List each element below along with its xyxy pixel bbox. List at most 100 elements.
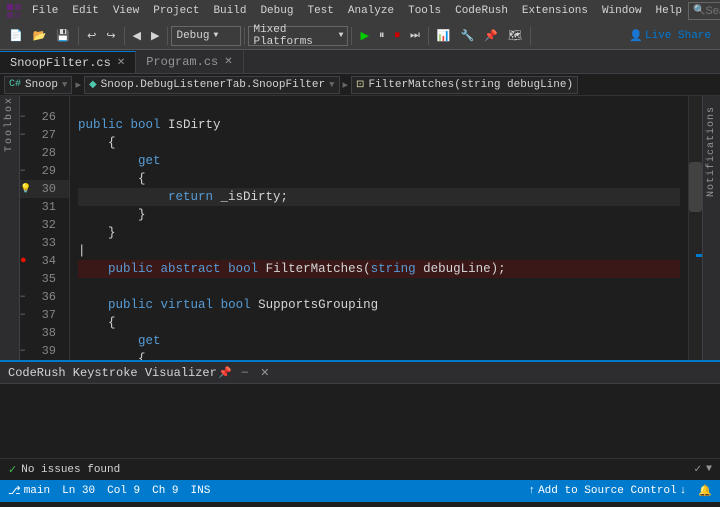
- toolbar-run[interactable]: ▶: [355, 25, 373, 47]
- code-line-30: return _isDirty;: [78, 188, 680, 206]
- bottom-panel-close[interactable]: ✕: [257, 365, 273, 381]
- live-share-area: 👤 Live Share: [624, 25, 716, 47]
- tab-program-close[interactable]: ✕: [224, 56, 232, 68]
- lightbulb-icon[interactable]: 💡: [20, 180, 32, 198]
- code-editor[interactable]: public bool IsDirty { get { return _isDi…: [70, 96, 688, 360]
- status-source-control[interactable]: ↑ Add to Source Control ↓: [528, 485, 686, 497]
- bottom-panel-actions: 📌 — ✕: [217, 365, 273, 381]
- notifications-label: Notifications: [706, 106, 717, 197]
- fold-29[interactable]: −: [20, 162, 32, 180]
- issues-bar: ✓ No issues found ✓ ▼: [0, 458, 720, 480]
- toolbar-map[interactable]: 🗺: [503, 25, 527, 47]
- ln-label: Ln 30: [62, 485, 95, 497]
- fold-26[interactable]: −: [20, 108, 32, 126]
- sep6: [428, 27, 429, 45]
- search-box[interactable]: 🔍: [688, 2, 720, 20]
- ln-blank: [20, 98, 69, 108]
- menu-coderush[interactable]: CodeRush: [449, 3, 514, 19]
- notification-sidebar: Notifications: [702, 96, 720, 360]
- code-line-blank: [78, 98, 680, 116]
- sep7: [530, 27, 531, 45]
- menu-bar: File Edit View Project Build Debug Test …: [26, 3, 688, 19]
- bc-method[interactable]: ⊡ FilterMatches(string debugLine): [351, 76, 578, 94]
- status-ins[interactable]: INS: [191, 485, 211, 497]
- code-line-37: {: [78, 314, 680, 332]
- minimap-cursor: [696, 254, 702, 257]
- code-line-38: get: [78, 332, 680, 350]
- menu-file[interactable]: File: [26, 3, 64, 19]
- status-right: ↑ Add to Source Control ↓ 🔔: [528, 484, 712, 498]
- toolbar-back[interactable]: ◀: [128, 25, 146, 47]
- diagnostic-actions: ✓ ▼: [694, 464, 712, 476]
- status-left: ⎇ main Ln 30 Col 9 Ch 9 INS: [8, 484, 210, 498]
- vertical-scrollbar[interactable]: [688, 96, 702, 360]
- git-branch: main: [24, 485, 50, 497]
- ln-32: 32: [20, 216, 69, 234]
- ln-33: 33: [20, 234, 69, 252]
- git-icon: ⎇: [8, 484, 21, 498]
- ln-28: 28: [20, 144, 69, 162]
- menu-test[interactable]: Test: [301, 3, 339, 19]
- menu-edit[interactable]: Edit: [66, 3, 104, 19]
- toolbar-pause[interactable]: ⏸: [374, 25, 390, 47]
- toolbar-step-over[interactable]: ⏭: [405, 25, 425, 47]
- menu-help[interactable]: Help: [650, 3, 688, 19]
- scroll-thumb[interactable]: [689, 162, 702, 212]
- diag-arrow[interactable]: ▼: [706, 464, 712, 475]
- status-col[interactable]: Col 9: [107, 485, 140, 497]
- platform-arrow: ▼: [339, 31, 344, 40]
- col-label: Col 9: [107, 485, 140, 497]
- fold-27[interactable]: −: [20, 126, 32, 144]
- app-icon: [6, 3, 22, 19]
- debug-arrow: ▼: [214, 31, 219, 40]
- editor-area: Toolbox − 26 − 27 28 − 29 💡 30 31: [0, 96, 720, 360]
- bc-namespace-arrow: ▼: [62, 80, 67, 90]
- menu-view[interactable]: View: [107, 3, 145, 19]
- left-sidebar: Toolbox: [0, 96, 20, 360]
- fold-37[interactable]: −: [20, 306, 32, 324]
- menu-window[interactable]: Window: [596, 3, 648, 19]
- toolbar-diag[interactable]: 🔧: [456, 25, 480, 47]
- bottom-panel: CodeRush Keystroke Visualizer 📌 — ✕: [0, 360, 720, 458]
- tab-program[interactable]: Program.cs ✕: [136, 51, 243, 73]
- debug-dropdown[interactable]: Debug ▼: [171, 26, 241, 46]
- menu-debug[interactable]: Debug: [254, 3, 299, 19]
- platform-dropdown[interactable]: Mixed Platforms ▼: [248, 26, 348, 46]
- toolbar-undo[interactable]: ↩: [82, 25, 101, 47]
- menu-analyze[interactable]: Analyze: [342, 3, 400, 19]
- status-ln[interactable]: Ln 30: [62, 485, 95, 497]
- toolbar-pins[interactable]: 📌: [479, 25, 503, 47]
- diag-icon[interactable]: ✓: [694, 464, 702, 476]
- toolbar-perf[interactable]: 📊: [432, 25, 456, 47]
- breakpoint-icon[interactable]: ●: [20, 252, 32, 270]
- tab-snoopfilter-close[interactable]: ✕: [117, 57, 125, 69]
- toolbar-redo[interactable]: ↪: [101, 25, 120, 47]
- kw-string-34: string: [371, 260, 416, 278]
- ln-35: 35: [20, 270, 69, 288]
- toolbar-save[interactable]: 💾: [51, 25, 75, 47]
- line-numbers: − 26 − 27 28 − 29 💡 30 31 32 33: [20, 96, 70, 360]
- live-share-button[interactable]: 👤 Live Share: [624, 25, 716, 47]
- bottom-panel-pin[interactable]: 📌: [217, 365, 233, 381]
- bc-namespace[interactable]: C# Snoop ▼: [4, 76, 72, 94]
- search-input[interactable]: [705, 5, 720, 17]
- menu-project[interactable]: Project: [147, 3, 205, 19]
- status-git[interactable]: ⎇ main: [8, 484, 50, 498]
- bottom-panel-minimize[interactable]: —: [237, 365, 253, 381]
- fold-39[interactable]: −: [20, 342, 32, 360]
- menu-extensions[interactable]: Extensions: [516, 3, 594, 19]
- menu-tools[interactable]: Tools: [402, 3, 447, 19]
- status-ch[interactable]: Ch 9: [152, 485, 178, 497]
- toolbar-open[interactable]: 📂: [28, 25, 52, 47]
- toolbar-new[interactable]: 📄: [4, 25, 28, 47]
- toolbar-stop[interactable]: ⏹: [389, 25, 405, 47]
- fold-36[interactable]: −: [20, 288, 32, 306]
- toolbar-forward[interactable]: ▶: [146, 25, 164, 47]
- code-line-27: {: [78, 134, 680, 152]
- left-sidebar-label: Toolbox: [4, 96, 15, 160]
- status-bell[interactable]: 🔔: [698, 484, 712, 498]
- tab-snoopfilter[interactable]: SnoopFilter.cs ✕: [0, 51, 136, 73]
- menu-build[interactable]: Build: [207, 3, 252, 19]
- bottom-panel-title: CodeRush Keystroke Visualizer: [8, 366, 217, 380]
- bc-class[interactable]: ◆ Snoop.DebugListenerTab.SnoopFilter ▼: [84, 76, 340, 94]
